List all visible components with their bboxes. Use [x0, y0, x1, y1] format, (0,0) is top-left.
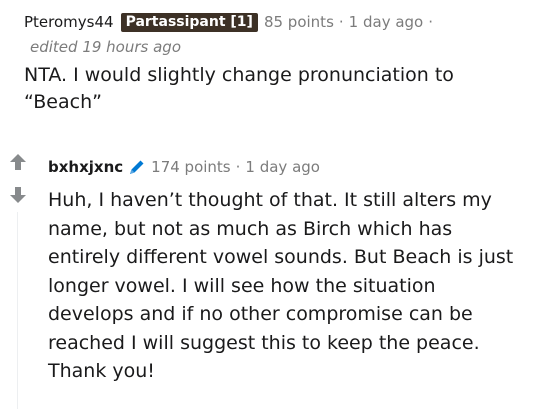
reply-username-link[interactable]: bxhxjxnc	[48, 156, 123, 178]
meta-separator: ·	[338, 13, 344, 31]
downvote-arrow-icon[interactable]	[8, 185, 28, 205]
upvote-arrow-icon[interactable]	[8, 152, 28, 172]
parent-comment: Pteromys44 Partassipant [1] 85 points · …	[24, 11, 524, 116]
reply-comment-body: Huh, I haven’t thought of that. It still…	[48, 189, 514, 382]
parent-comment-meta: Pteromys44 Partassipant [1] 85 points · …	[24, 11, 524, 33]
reply-meta-separator: ·	[235, 158, 241, 176]
meta-separator-trailing: ·	[428, 13, 434, 31]
parent-comment-body: NTA. I would slightly change pronunciati…	[24, 64, 454, 113]
pencil-icon	[127, 157, 147, 177]
parent-username-link[interactable]: Pteromys44	[24, 11, 114, 33]
reply-comment-meta: bxhxjxnc 174 points · 1 day ago	[48, 156, 320, 178]
vote-column	[8, 152, 28, 218]
reply-points: 174 points	[151, 158, 231, 176]
thread-line[interactable]	[17, 212, 18, 409]
parent-points: 85 points	[263, 13, 334, 31]
user-flair-badge: Partassipant [1]	[120, 12, 258, 32]
parent-timestamp-link[interactable]: 1 day ago	[349, 11, 424, 33]
edited-label: edited 19 hours ago	[30, 38, 182, 56]
reply-timestamp-link[interactable]: 1 day ago	[245, 156, 320, 178]
